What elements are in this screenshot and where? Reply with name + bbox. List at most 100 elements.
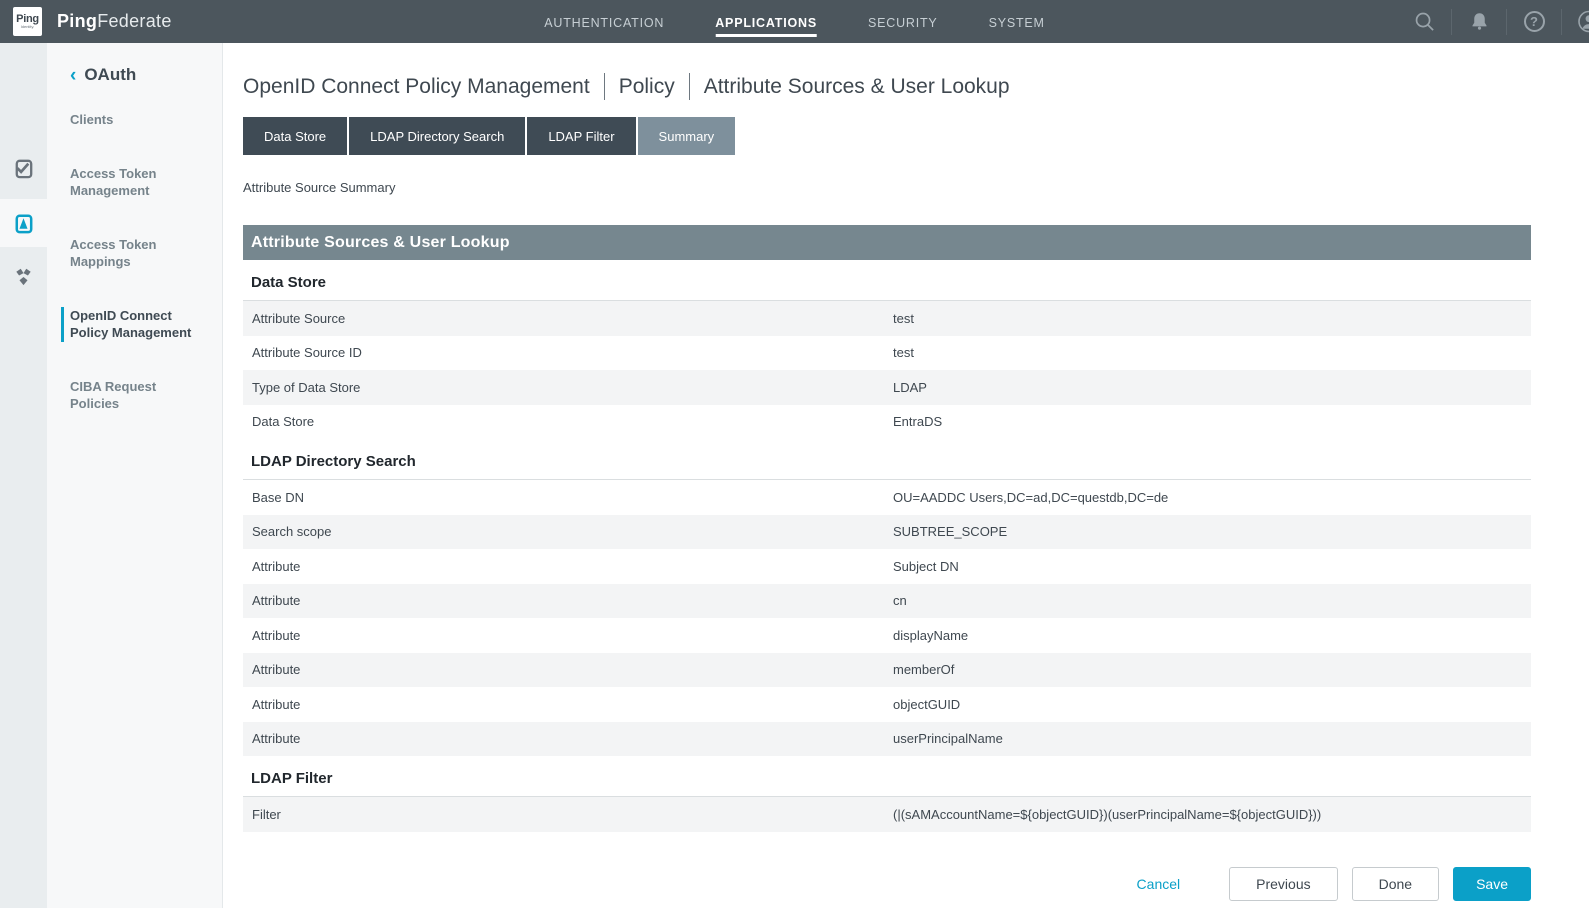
row-label: Attribute Source ID <box>243 345 893 360</box>
sidebar-item[interactable]: CIBA Request Policies <box>70 378 202 413</box>
page-title-part: Policy <box>619 75 675 99</box>
main-content: OpenID Connect Policy Management Policy … <box>223 43 1589 908</box>
summary-row: Attribute memberOf <box>243 653 1531 688</box>
topnav-item[interactable]: SYSTEM <box>989 10 1045 37</box>
section-rows: Filter (|(sAMAccountName=${objectGUID})(… <box>243 797 1531 832</box>
title-separator <box>689 73 690 100</box>
sidebar-item[interactable]: Clients <box>70 111 202 129</box>
row-label: Attribute <box>243 628 893 643</box>
logo-subtext: Identity. <box>21 25 35 29</box>
top-bar-icons <box>1412 0 1589 43</box>
topnav-item[interactable]: APPLICATIONS <box>715 10 817 37</box>
oauth-back-label: OAuth <box>84 65 136 85</box>
row-value: objectGUID <box>893 697 1531 712</box>
summary-panel: Attribute Sources & User Lookup Data Sto… <box>243 225 1531 832</box>
summary-subtitle: Attribute Source Summary <box>243 180 1531 195</box>
row-value: OU=AADDC Users,DC=ad,DC=questdb,DC=de <box>893 490 1531 505</box>
search-icon[interactable] <box>1412 10 1436 34</box>
app-title: PingFederate <box>57 11 172 32</box>
summary-section: LDAP Directory Search Base DN OU=AADDC U… <box>243 439 1531 756</box>
sidebar-item[interactable]: Access Token Management <box>70 165 202 200</box>
title-separator <box>604 73 605 100</box>
sidebar-item[interactable]: OpenID Connect Policy Management <box>61 307 193 342</box>
summary-row: Attribute Source test <box>243 301 1531 336</box>
divider <box>1451 9 1452 35</box>
row-value: cn <box>893 593 1531 608</box>
row-value: displayName <box>893 628 1531 643</box>
sidebar-menu: ‹ OAuth Clients Access Token Management … <box>47 43 222 413</box>
page-title-part: Attribute Sources & User Lookup <box>704 75 1010 99</box>
row-value: (|(sAMAccountName=${objectGUID})(userPri… <box>893 807 1531 822</box>
summary-row: Attribute Source ID test <box>243 336 1531 371</box>
summary-section: Data Store Attribute Source test Attribu… <box>243 260 1531 439</box>
section-rows: Base DN OU=AADDC Users,DC=ad,DC=questdb,… <box>243 480 1531 756</box>
summary-row: Attribute objectGUID <box>243 687 1531 722</box>
step-tab[interactable]: Data Store <box>243 117 347 155</box>
sidebar-item[interactable]: Access Token Mappings <box>70 236 202 271</box>
summary-panel-header: Attribute Sources & User Lookup <box>243 225 1531 260</box>
row-label: Attribute <box>243 593 893 608</box>
summary-row: Filter (|(sAMAccountName=${objectGUID})(… <box>243 797 1531 832</box>
summary-row: Attribute cn <box>243 584 1531 619</box>
divider <box>1561 9 1562 35</box>
access-token-management-icon[interactable] <box>0 199 47 247</box>
done-button[interactable]: Done <box>1352 867 1439 901</box>
app-title-rest: Federate <box>97 11 171 31</box>
summary-row: Attribute displayName <box>243 618 1531 653</box>
section-heading: Data Store <box>243 260 1531 301</box>
notifications-icon[interactable] <box>1467 10 1491 34</box>
summary-row: Search scope SUBTREE_SCOPE <box>243 515 1531 550</box>
row-value: Subject DN <box>893 559 1531 574</box>
question-glyph <box>1524 11 1545 32</box>
app-title-bold: Ping <box>57 11 97 31</box>
top-nav: AUTHENTICATION APPLICATIONS SECURITY SYS… <box>544 0 1045 43</box>
row-value: test <box>893 345 1531 360</box>
row-label: Attribute <box>243 559 893 574</box>
ping-identity-logo: Ping Identity. <box>13 7 42 36</box>
page-title: OpenID Connect Policy Management Policy … <box>243 73 1531 100</box>
page-title-part: OpenID Connect Policy Management <box>243 75 590 99</box>
row-label: Attribute <box>243 731 893 746</box>
row-value: test <box>893 311 1531 326</box>
section-heading: LDAP Filter <box>243 756 1531 797</box>
divider <box>1506 9 1507 35</box>
sidebar-icon-rail <box>0 43 47 908</box>
section-heading: LDAP Directory Search <box>243 439 1531 480</box>
row-label: Filter <box>243 807 893 822</box>
row-label: Base DN <box>243 490 893 505</box>
topnav-item[interactable]: AUTHENTICATION <box>544 10 664 37</box>
clients-icon[interactable] <box>0 144 47 192</box>
row-label: Search scope <box>243 524 893 539</box>
row-value: memberOf <box>893 662 1531 677</box>
access-token-mappings-icon[interactable] <box>0 252 47 300</box>
summary-section: LDAP Filter Filter (|(sAMAccountName=${o… <box>243 756 1531 832</box>
row-label: Attribute <box>243 662 893 677</box>
summary-row: Data Store EntraDS <box>243 405 1531 440</box>
step-tab[interactable]: LDAP Filter <box>527 117 635 155</box>
row-value: LDAP <box>893 380 1531 395</box>
chevron-left-icon: ‹ <box>70 66 76 85</box>
step-tabs: Data Store LDAP Directory Search LDAP Fi… <box>243 117 1531 155</box>
row-label: Attribute <box>243 697 893 712</box>
previous-button[interactable]: Previous <box>1229 867 1337 901</box>
help-icon[interactable] <box>1522 10 1546 34</box>
save-button[interactable]: Save <box>1453 867 1531 901</box>
sidebar: ‹ OAuth Clients Access Token Management … <box>0 43 223 908</box>
step-tab[interactable]: Summary <box>638 117 736 155</box>
row-value: userPrincipalName <box>893 731 1531 746</box>
summary-row: Attribute userPrincipalName <box>243 722 1531 757</box>
account-icon[interactable] <box>1577 10 1589 34</box>
row-value: EntraDS <box>893 414 1531 429</box>
section-rows: Attribute Source test Attribute Source I… <box>243 301 1531 439</box>
row-label: Type of Data Store <box>243 380 893 395</box>
oauth-back-link[interactable]: ‹ OAuth <box>70 65 222 85</box>
top-bar: Ping Identity. PingFederate AUTHENTICATI… <box>0 0 1589 43</box>
summary-row: Base DN OU=AADDC Users,DC=ad,DC=questdb,… <box>243 480 1531 515</box>
topnav-item[interactable]: SECURITY <box>868 10 938 37</box>
summary-row: Type of Data Store LDAP <box>243 370 1531 405</box>
step-tab[interactable]: LDAP Directory Search <box>349 117 525 155</box>
summary-row: Attribute Subject DN <box>243 549 1531 584</box>
cancel-link[interactable]: Cancel <box>1137 876 1181 892</box>
row-label: Data Store <box>243 414 893 429</box>
row-label: Attribute Source <box>243 311 893 326</box>
